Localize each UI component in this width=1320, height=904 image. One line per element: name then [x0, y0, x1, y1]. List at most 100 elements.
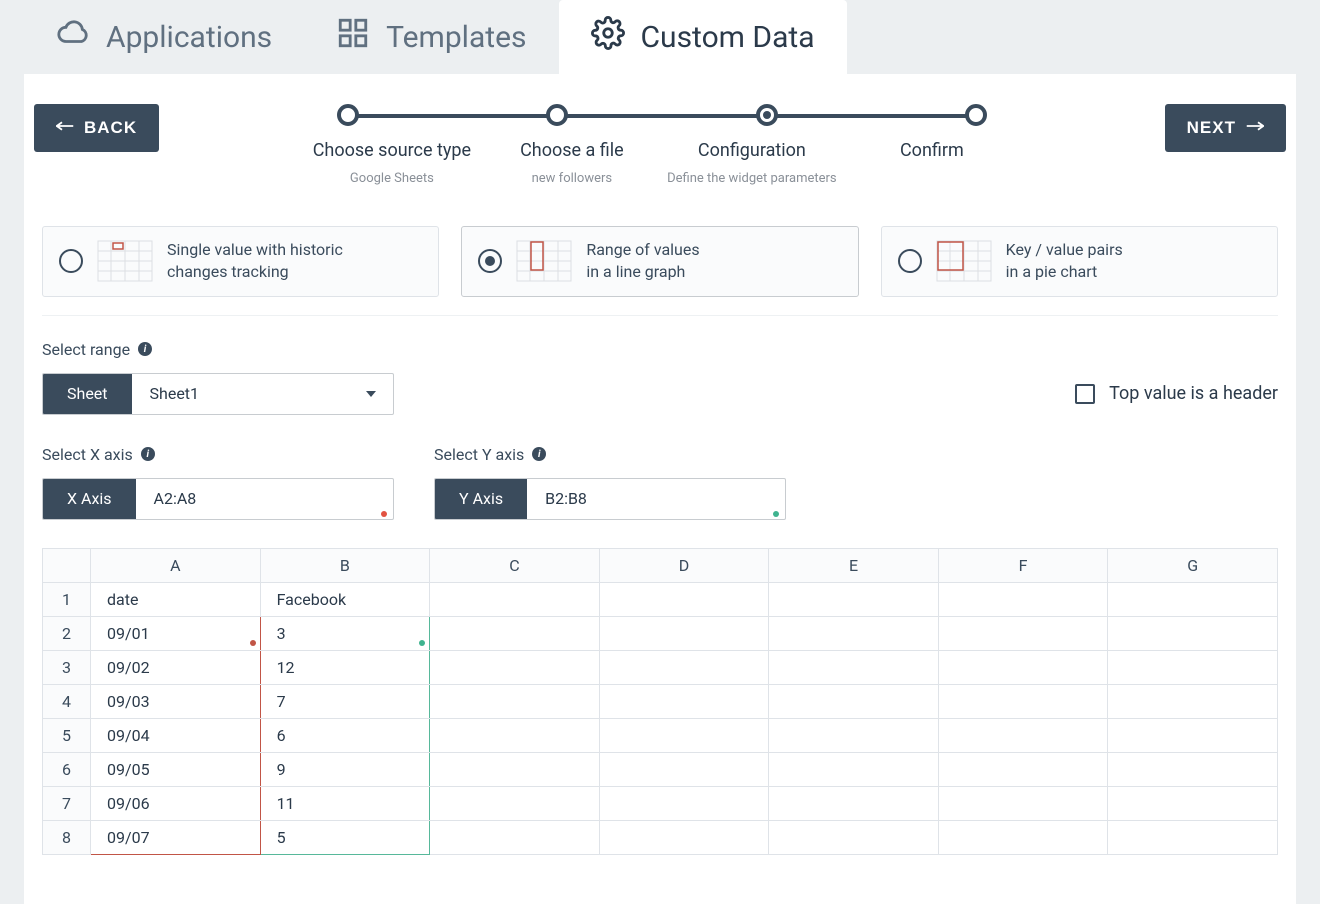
row-header[interactable]: 2 [43, 616, 91, 650]
cell[interactable] [1108, 684, 1278, 718]
cell[interactable]: 09/01 [91, 616, 261, 650]
cell[interactable]: date [91, 582, 261, 616]
cell[interactable]: 11 [260, 786, 430, 820]
step-dot-2[interactable] [546, 104, 568, 126]
cell[interactable] [599, 650, 769, 684]
cell[interactable] [769, 650, 939, 684]
cell[interactable] [430, 650, 600, 684]
cell[interactable] [938, 684, 1108, 718]
cell[interactable] [1108, 752, 1278, 786]
cell[interactable] [599, 786, 769, 820]
cell[interactable] [430, 820, 600, 854]
row-header[interactable]: 5 [43, 718, 91, 752]
cell[interactable] [769, 616, 939, 650]
x-axis-input[interactable]: X Axis A2:A8 [42, 478, 394, 520]
cell[interactable] [769, 752, 939, 786]
cell[interactable]: 9 [260, 752, 430, 786]
step-label-2: Choose a file new followers [482, 140, 662, 186]
axis-row: Select X axis i X Axis A2:A8 Select Y ax… [42, 445, 1278, 520]
cell[interactable] [938, 820, 1108, 854]
tab-templates[interactable]: Templates [304, 0, 558, 74]
cell[interactable] [1108, 650, 1278, 684]
step-dot-3[interactable] [756, 104, 778, 126]
cell[interactable] [938, 718, 1108, 752]
cell[interactable] [938, 616, 1108, 650]
cell[interactable] [430, 582, 600, 616]
cell[interactable] [430, 752, 600, 786]
sheet-select[interactable]: Sheet Sheet1 [42, 373, 394, 415]
stepper: Choose source type Google Sheets Choose … [179, 104, 1145, 186]
info-icon[interactable]: i [138, 342, 152, 356]
radio-icon [898, 249, 922, 273]
y-axis-input[interactable]: Y Axis B2:B8 [434, 478, 786, 520]
cell[interactable]: 09/04 [91, 718, 261, 752]
cell[interactable] [599, 616, 769, 650]
cell[interactable] [938, 786, 1108, 820]
cell[interactable] [769, 786, 939, 820]
column-header[interactable]: E [769, 548, 939, 582]
cell[interactable] [430, 786, 600, 820]
row-header[interactable]: 7 [43, 786, 91, 820]
y-axis-input-value: B2:B8 [527, 479, 785, 519]
content-scroll[interactable]: Single value with historic changes track… [24, 206, 1296, 866]
cell[interactable] [769, 718, 939, 752]
row-header[interactable]: 6 [43, 752, 91, 786]
spreadsheet[interactable]: ABCDEFG 1dateFacebook209/013309/0212409/… [42, 548, 1278, 855]
tab-applications[interactable]: Applications [24, 0, 304, 74]
y-axis-input-label: Y Axis [435, 479, 527, 519]
cell[interactable]: 09/06 [91, 786, 261, 820]
cell[interactable] [599, 820, 769, 854]
cell[interactable] [1108, 820, 1278, 854]
mode-single-value[interactable]: Single value with historic changes track… [42, 226, 439, 297]
tab-custom-data[interactable]: Custom Data [559, 0, 847, 74]
row-header[interactable]: 4 [43, 684, 91, 718]
cell[interactable] [430, 718, 600, 752]
cell[interactable]: 6 [260, 718, 430, 752]
column-header[interactable]: C [430, 548, 600, 582]
back-button[interactable]: BACK [34, 104, 159, 152]
cell[interactable] [1108, 582, 1278, 616]
column-header[interactable]: A [91, 548, 261, 582]
mode-range-values[interactable]: Range of values in a line graph [461, 226, 858, 297]
mode-cards: Single value with historic changes track… [42, 226, 1278, 297]
cell[interactable]: 09/05 [91, 752, 261, 786]
cell[interactable] [769, 582, 939, 616]
cell[interactable]: Facebook [260, 582, 430, 616]
column-header[interactable]: G [1108, 548, 1278, 582]
back-button-label: BACK [84, 118, 137, 138]
step-dot-4[interactable] [965, 104, 987, 126]
cell[interactable] [430, 616, 600, 650]
row-header[interactable]: 8 [43, 820, 91, 854]
cell[interactable] [938, 582, 1108, 616]
top-value-header-checkbox[interactable]: Top value is a header [1075, 383, 1278, 404]
row-header[interactable]: 1 [43, 582, 91, 616]
cell[interactable] [1108, 718, 1278, 752]
cell[interactable]: 09/03 [91, 684, 261, 718]
cell[interactable]: 09/02 [91, 650, 261, 684]
cell[interactable]: 3 [260, 616, 430, 650]
cell[interactable] [938, 752, 1108, 786]
cell[interactable] [599, 684, 769, 718]
cell[interactable]: 7 [260, 684, 430, 718]
cell[interactable] [1108, 786, 1278, 820]
column-header[interactable]: D [599, 548, 769, 582]
cell[interactable] [769, 820, 939, 854]
step-dot-1[interactable] [337, 104, 359, 126]
cell[interactable] [430, 684, 600, 718]
cell[interactable] [599, 752, 769, 786]
cell[interactable] [938, 650, 1108, 684]
cell[interactable]: 5 [260, 820, 430, 854]
cell[interactable] [769, 684, 939, 718]
info-icon[interactable]: i [532, 447, 546, 461]
cell[interactable]: 09/07 [91, 820, 261, 854]
row-header[interactable]: 3 [43, 650, 91, 684]
mode-key-value[interactable]: Key / value pairs in a pie chart [881, 226, 1278, 297]
cell[interactable] [599, 582, 769, 616]
cell[interactable] [599, 718, 769, 752]
next-button[interactable]: NEXT [1165, 104, 1286, 152]
column-header[interactable]: B [260, 548, 430, 582]
cell[interactable] [1108, 616, 1278, 650]
info-icon[interactable]: i [141, 447, 155, 461]
column-header[interactable]: F [938, 548, 1108, 582]
cell[interactable]: 12 [260, 650, 430, 684]
